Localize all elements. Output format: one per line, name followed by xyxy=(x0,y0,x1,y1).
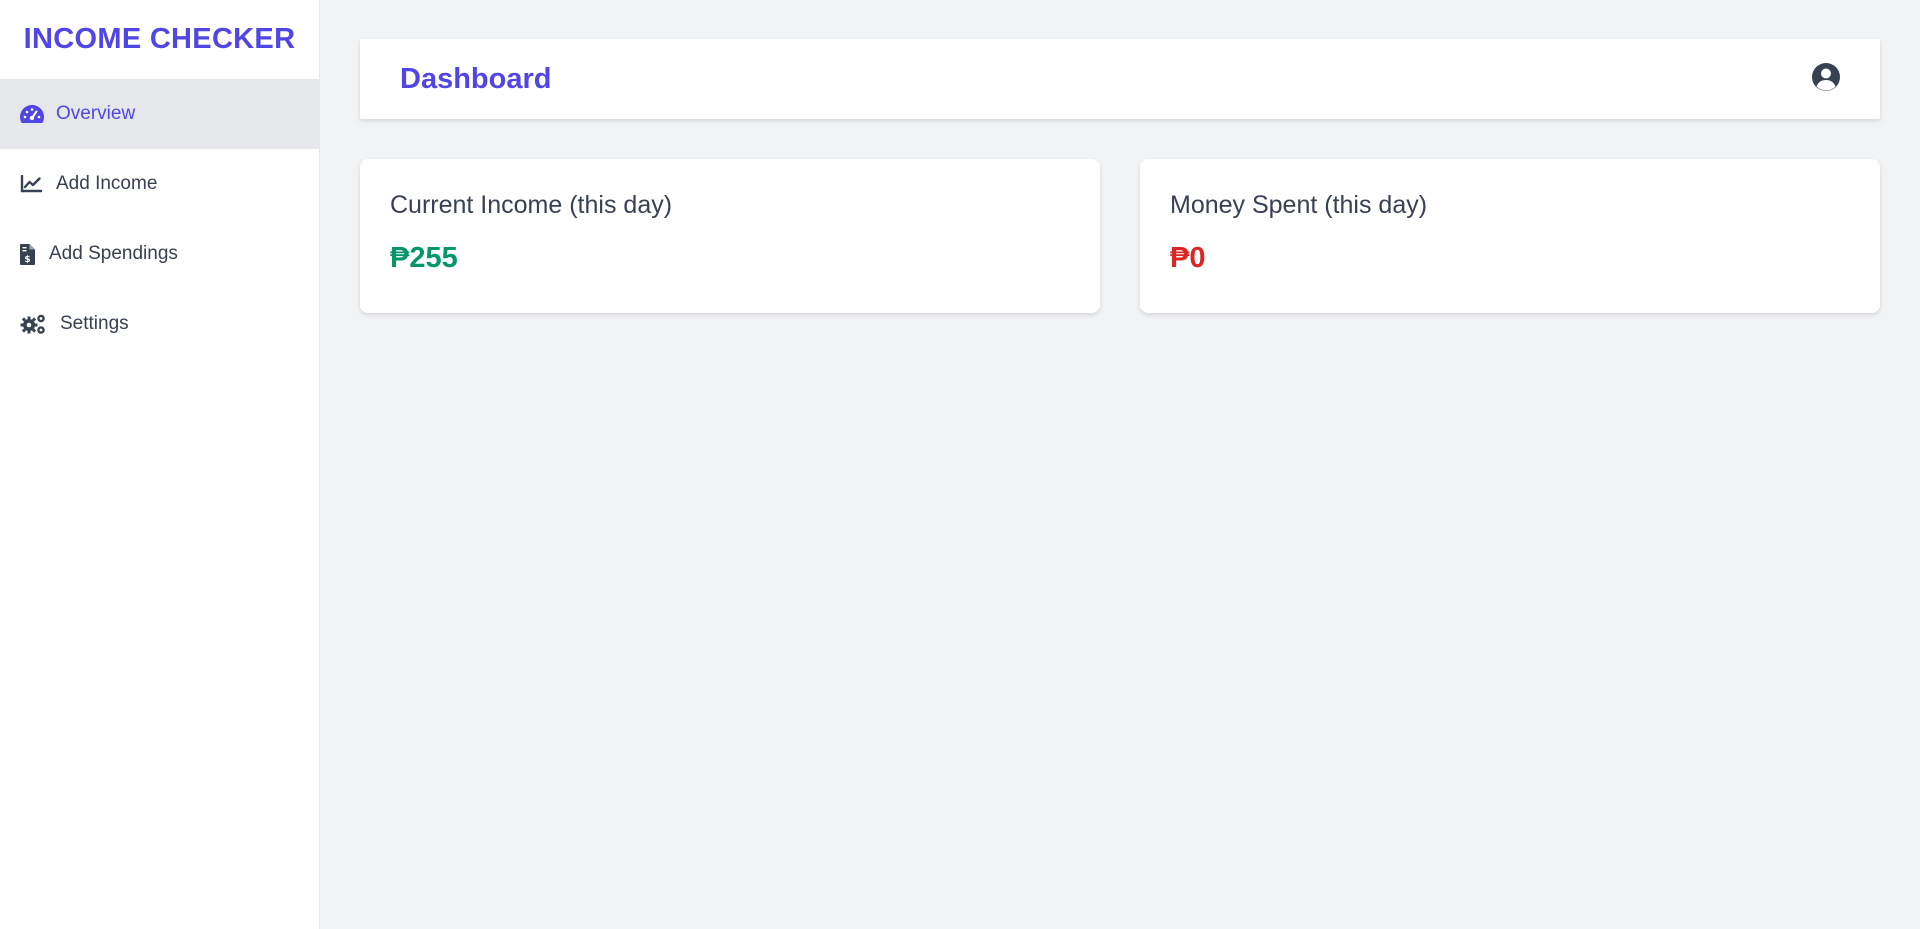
svg-text:$: $ xyxy=(24,255,30,265)
sidebar-item-label: Settings xyxy=(60,313,129,334)
main-content: Dashboard Current Income (this day) ₱255… xyxy=(320,0,1920,929)
sidebar-item-settings[interactable]: Settings xyxy=(0,289,319,359)
spent-card-title: Money Spent (this day) xyxy=(1170,191,1428,219)
spent-value: ₱0 xyxy=(1170,242,1206,274)
app-root: INCOME CHECKER Overview Add Income $ Add… xyxy=(0,0,1920,929)
gauge-icon xyxy=(20,102,44,126)
spent-card: Money Spent (this day) ₱0 xyxy=(1140,159,1880,313)
income-card: Current Income (this day) ₱255 xyxy=(360,159,1100,313)
income-value: ₱255 xyxy=(390,242,458,274)
sidebar-item-label: Add Income xyxy=(56,173,158,194)
page-title: Dashboard xyxy=(400,62,552,95)
sidebar: INCOME CHECKER Overview Add Income $ Add… xyxy=(0,0,320,929)
sidebar-item-label: Overview xyxy=(56,103,136,124)
header-bar: Dashboard xyxy=(360,39,1880,119)
file-invoice-dollar-icon: $ xyxy=(20,242,38,266)
brand-title: INCOME CHECKER xyxy=(23,23,296,55)
income-card-title: Current Income (this day) xyxy=(390,191,673,219)
sidebar-item-add-income[interactable]: Add Income xyxy=(0,149,319,219)
sidebar-nav: Overview Add Income $ Add Spendings Sett… xyxy=(0,79,319,359)
summary-cards: Current Income (this day) ₱255 Money Spe… xyxy=(360,159,1880,313)
sidebar-item-add-spendings[interactable]: $ Add Spendings xyxy=(0,219,319,289)
sidebar-item-label: Add Spendings xyxy=(49,243,178,264)
sidebar-item-overview[interactable]: Overview xyxy=(0,79,319,149)
user-menu-button[interactable] xyxy=(1810,62,1842,97)
gears-icon xyxy=(20,312,48,336)
line-chart-icon xyxy=(20,172,44,196)
user-circle-icon xyxy=(1811,62,1841,97)
